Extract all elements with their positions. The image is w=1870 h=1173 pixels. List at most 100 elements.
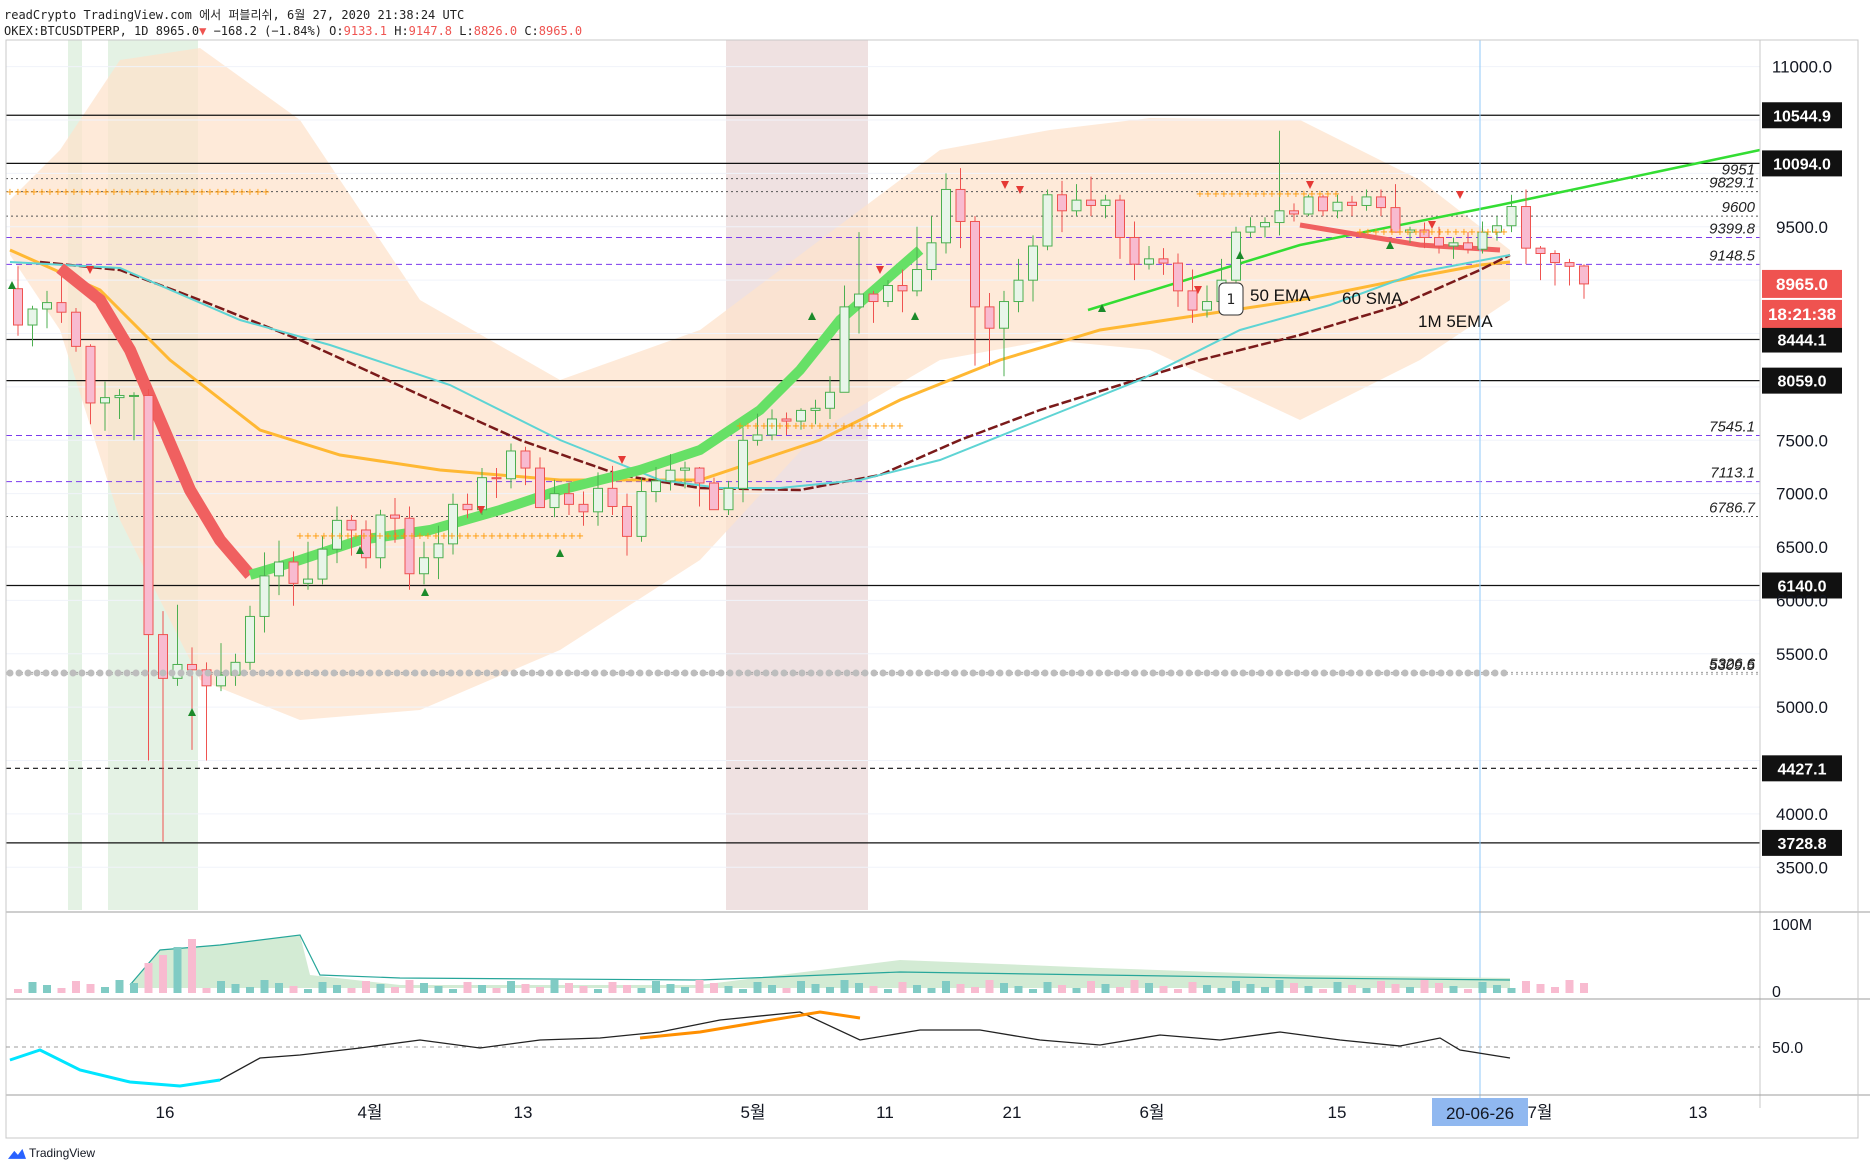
x-tick-label: 5월 [740, 1103, 765, 1122]
candle-body [1521, 206, 1531, 249]
grey-dot [771, 669, 779, 677]
grey-dot [717, 669, 725, 677]
label-1m-5ema: 1M 5EMA [1418, 312, 1493, 331]
grey-dot [834, 669, 842, 677]
candle-body [1260, 222, 1270, 228]
volume-bar [521, 984, 530, 993]
candle-body [506, 450, 516, 480]
grey-dot [1266, 669, 1274, 677]
candle-body [1042, 194, 1053, 247]
price-chart[interactable]: 10544.910094.08444.18059.06140.04427.137… [0, 0, 1870, 1173]
candle-body [535, 467, 545, 509]
volume-bar [507, 981, 515, 993]
candle-body [71, 311, 81, 347]
candle-body [1057, 194, 1067, 212]
x-tick-label: 13 [1689, 1103, 1708, 1122]
grey-dot [1212, 669, 1220, 677]
volume-bar [956, 984, 965, 993]
grey-dot [1446, 669, 1454, 677]
candle[interactable] [1042, 189, 1053, 251]
volume-bar [202, 988, 211, 993]
grey-dot [852, 669, 860, 677]
grey-dot [501, 669, 509, 677]
candle[interactable] [71, 307, 81, 352]
volume-bar [246, 987, 254, 993]
candle-body [1013, 279, 1024, 303]
volume-bar [420, 983, 428, 993]
grey-dot [330, 669, 338, 677]
candle-body [1245, 226, 1256, 233]
candle-body [912, 269, 922, 292]
candle-body [1144, 258, 1154, 265]
volume-bar [492, 988, 501, 993]
grey-dot [618, 669, 626, 677]
grey-dot [1167, 669, 1175, 677]
grey-dot [1041, 669, 1049, 677]
grey-dot [1068, 669, 1076, 677]
grey-dot [1140, 669, 1148, 677]
grey-dot [15, 669, 23, 677]
candle-body [1274, 210, 1285, 224]
dotted-level-label: 5309.5 [1709, 657, 1756, 674]
tradingview-logo[interactable]: TradingView [8, 1146, 95, 1160]
volume-bar [1246, 984, 1255, 993]
x-tick-label: 15 [1328, 1103, 1347, 1122]
candle-body [941, 188, 951, 244]
candle-body [1100, 199, 1111, 206]
candle-body [984, 306, 995, 329]
grey-dot [1176, 669, 1184, 677]
grey-dot [240, 669, 248, 677]
volume-bar [1217, 988, 1226, 993]
x-tick-label: 6월 [1139, 1103, 1164, 1122]
candle-body [723, 487, 734, 511]
grey-dot [1410, 669, 1418, 677]
cross-dot: + [576, 531, 584, 542]
volume-bar [463, 982, 472, 993]
candle-body [245, 615, 255, 663]
volume-bar [1580, 983, 1588, 993]
volume-bar [43, 985, 51, 993]
volume-bar [1551, 987, 1559, 993]
label-50-ema: 50 EMA [1250, 286, 1311, 305]
candle-body [317, 548, 328, 580]
grey-dot [1023, 669, 1031, 677]
candle[interactable] [27, 305, 38, 347]
volume-ma-area [130, 935, 1510, 988]
candle-body [1115, 199, 1125, 238]
candle-body [1535, 247, 1546, 254]
candle-body [1564, 262, 1575, 267]
volume-bar [28, 982, 37, 993]
volume-bar [1464, 989, 1472, 993]
x-tick-label: 21 [1003, 1103, 1022, 1122]
volume-bar [57, 988, 66, 993]
candle[interactable] [13, 266, 23, 336]
grey-dot [816, 669, 824, 677]
candle[interactable] [1579, 264, 1589, 299]
volume-bar [1174, 989, 1182, 993]
candle-body [1361, 196, 1372, 206]
dotted-level-label: 9600 [1722, 199, 1756, 216]
grey-dot [924, 669, 932, 677]
grey-dot [339, 669, 347, 677]
grey-dot [600, 669, 608, 677]
grey-dot [465, 669, 473, 677]
level-tag-text: 8059.0 [1778, 374, 1827, 391]
grey-dot [402, 669, 410, 677]
volume-bar [884, 989, 892, 993]
grey-dot [978, 669, 986, 677]
candle-body [346, 519, 357, 531]
grey-dot [384, 669, 392, 677]
grey-dot [285, 669, 293, 677]
volume-bar [985, 980, 994, 993]
grey-dot [1401, 669, 1409, 677]
candle[interactable] [1535, 246, 1546, 281]
grey-dot [654, 669, 662, 677]
candle[interactable] [201, 662, 212, 761]
volume-bar [594, 989, 602, 993]
grey-dot [573, 669, 581, 677]
grey-dot [294, 669, 302, 677]
grey-dot [609, 669, 617, 677]
volume-bar [478, 985, 486, 993]
volume-bar [608, 982, 617, 993]
candle[interactable] [1564, 258, 1575, 286]
